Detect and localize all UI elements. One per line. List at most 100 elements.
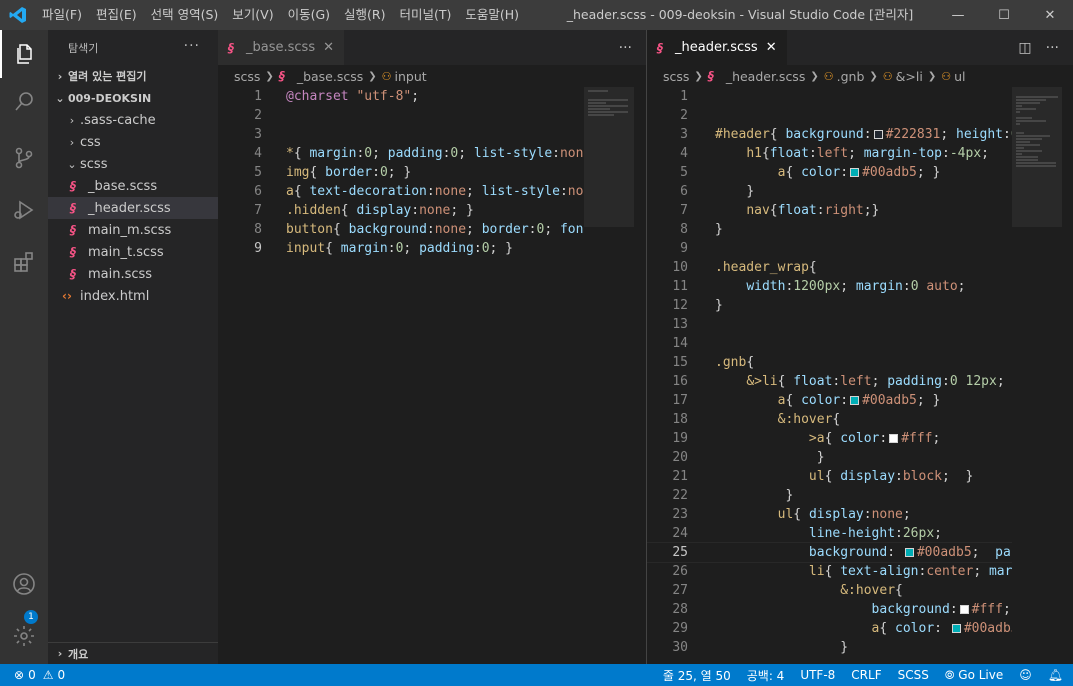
tree-file[interactable]: § _base.scss xyxy=(48,175,218,197)
tree-item-label: .sass-cache xyxy=(80,112,156,128)
status-bar: ⊗ 0 ⚠ 0 줄 25, 열 50 공백: 4 UTF-8 CRLF SCSS… xyxy=(0,664,1073,686)
minimap-left[interactable] xyxy=(584,87,634,664)
sass-file-icon: § xyxy=(278,69,285,83)
tab-bar-left: § _base.scss ✕ ··· xyxy=(218,30,646,65)
more-actions-icon[interactable]: ··· xyxy=(619,40,632,56)
project-folder-section[interactable]: ⌄ 009-DEOKSIN xyxy=(48,87,218,109)
menu-terminal[interactable]: 터미널(T) xyxy=(393,0,459,30)
extensions-icon[interactable] xyxy=(0,238,48,286)
broadcast-icon: ⦾ xyxy=(944,667,955,682)
tab-header-scss[interactable]: § _header.scss ✕ xyxy=(647,30,788,65)
menu-help[interactable]: 도움말(H) xyxy=(458,0,526,30)
tree-item-label: index.html xyxy=(80,288,150,304)
search-icon[interactable] xyxy=(0,78,48,126)
tree-item-label: scss xyxy=(80,156,108,172)
minimap-right[interactable] xyxy=(1012,87,1062,664)
breadcrumb-item[interactable]: _header.scss xyxy=(726,69,806,84)
tree-folder[interactable]: › .sass-cache xyxy=(48,109,218,131)
sass-file-icon: § xyxy=(657,40,663,55)
breadcrumb: scss ❯ § _header.scss ❯ ⚇ .gnb ❯ ⚇ &>li … xyxy=(647,65,1073,87)
sass-file-icon: § xyxy=(70,201,76,215)
tree-folder[interactable]: › css xyxy=(48,131,218,153)
breadcrumb-item[interactable]: scss xyxy=(234,69,260,84)
tree-file[interactable]: § main_m.scss xyxy=(48,219,218,241)
code-editor-left[interactable]: 1 @charset "utf-8"; 2 3 4 *{ margin:0; pad… xyxy=(218,87,584,664)
cursor-position[interactable]: 줄 25, 열 50 xyxy=(663,667,731,684)
notifications-bell-icon[interactable]: 🔔︎ xyxy=(1048,668,1063,682)
sass-file-icon: § xyxy=(70,267,76,281)
code-editor-right[interactable]: 1 2 3 #header{ background: #222831; height… xyxy=(647,87,1012,664)
tab-base-scss[interactable]: § _base.scss ✕ xyxy=(218,30,345,65)
language-mode[interactable]: SCSS xyxy=(898,668,929,682)
sass-file-icon: § xyxy=(228,40,234,55)
tree-item-label: _header.scss xyxy=(88,200,171,216)
feedback-icon[interactable]: ☺ xyxy=(1019,668,1032,682)
menu-bar: 파일(F) 편집(E) 선택 영역(S) 보기(V) 이동(G) 실행(R) 터… xyxy=(35,0,526,30)
explorer-icon[interactable] xyxy=(0,30,48,78)
indentation[interactable]: 공백: 4 xyxy=(747,667,785,684)
editor-group-right: § _header.scss ✕ ◫ ··· scss ❯ § _header.… xyxy=(647,30,1073,664)
chevron-down-icon: ⌄ xyxy=(67,157,77,171)
breadcrumb-item[interactable]: _base.scss xyxy=(297,69,363,84)
breadcrumb-item[interactable]: &>li xyxy=(896,69,923,84)
tree-item-label: css xyxy=(80,134,101,150)
tree-file[interactable]: § main_t.scss xyxy=(48,241,218,263)
tree-folder[interactable]: ⌄ scss xyxy=(48,153,218,175)
chevron-down-icon: ⌄ xyxy=(55,91,65,105)
menu-file[interactable]: 파일(F) xyxy=(35,0,89,30)
tab-bar-right: § _header.scss ✕ ◫ ··· xyxy=(647,30,1073,65)
minimize-button[interactable]: — xyxy=(935,0,981,30)
explorer-title: 탐색기 xyxy=(68,41,99,55)
breadcrumb-item[interactable]: input xyxy=(395,69,427,84)
breadcrumb-item[interactable]: .gnb xyxy=(837,69,865,84)
symbol-icon: ⚇ xyxy=(381,69,392,83)
chevron-right-icon: ❯ xyxy=(694,70,703,82)
problems-indicator[interactable]: ⊗ 0 ⚠ 0 xyxy=(0,668,65,682)
sass-file-icon: § xyxy=(70,223,76,237)
menu-edit[interactable]: 편집(E) xyxy=(89,0,144,30)
menu-view[interactable]: 보기(V) xyxy=(225,0,280,30)
split-editor-icon[interactable]: ◫ xyxy=(1018,40,1031,56)
tree-file[interactable]: ‹› index.html xyxy=(48,285,218,307)
open-editors-section[interactable]: › 열려 있는 편집기 xyxy=(48,65,218,87)
explorer-header: 탐색기 ··· xyxy=(48,30,218,65)
tree-file[interactable]: § _header.scss xyxy=(48,197,218,219)
file-tree: › .sass-cache › css ⌄ scss § _base.scss § _header… xyxy=(48,109,218,307)
run-debug-icon[interactable] xyxy=(0,186,48,234)
symbol-icon: ⚇ xyxy=(882,69,893,83)
sass-file-icon: § xyxy=(707,69,714,83)
account-icon[interactable] xyxy=(0,560,48,608)
window-title: _header.scss - 009-deoksin - Visual Stud… xyxy=(566,7,914,22)
chevron-right-icon: ❯ xyxy=(265,70,274,82)
title-bar: 파일(F) 편집(E) 선택 영역(S) 보기(V) 이동(G) 실행(R) 터… xyxy=(0,0,1073,30)
explorer-more-icon[interactable]: ··· xyxy=(184,38,200,54)
tree-file[interactable]: § main.scss xyxy=(48,263,218,285)
chevron-right-icon: › xyxy=(57,69,63,83)
sass-file-icon: § xyxy=(70,179,76,193)
menu-run[interactable]: 실행(R) xyxy=(337,0,392,30)
symbol-icon: ⚇ xyxy=(823,69,834,83)
menu-go[interactable]: 이동(G) xyxy=(281,0,337,30)
breadcrumb-item[interactable]: ul xyxy=(954,69,965,84)
line-ending[interactable]: CRLF xyxy=(851,668,881,682)
chevron-right-icon: ❯ xyxy=(810,70,819,82)
tab-label: _header.scss xyxy=(675,40,758,55)
warning-icon: ⚠ xyxy=(42,668,54,682)
editor-group-left: § _base.scss ✕ ··· scss ❯ § _base.scss ❯… xyxy=(218,30,646,664)
tab-label: _base.scss xyxy=(246,40,316,55)
source-control-icon[interactable] xyxy=(0,134,48,182)
go-live-button[interactable]: ⦾ Go Live xyxy=(945,668,1003,683)
menu-selection[interactable]: 선택 영역(S) xyxy=(144,0,226,30)
breadcrumb-item[interactable]: scss xyxy=(663,69,689,84)
outline-section[interactable]: › 개요 xyxy=(48,642,218,664)
close-window-button[interactable]: ✕ xyxy=(1027,0,1073,30)
close-tab-icon[interactable]: ✕ xyxy=(323,40,334,55)
maximize-button[interactable]: ☐ xyxy=(981,0,1027,30)
warning-count: 0 xyxy=(57,668,66,682)
window-controls: — ☐ ✕ xyxy=(935,0,1073,30)
encoding[interactable]: UTF-8 xyxy=(800,668,835,682)
more-actions-icon[interactable]: ··· xyxy=(1046,40,1059,56)
close-tab-icon[interactable]: ✕ xyxy=(766,40,777,55)
settings-update-badge: 1 xyxy=(24,610,38,624)
error-icon: ⊗ xyxy=(14,668,25,682)
